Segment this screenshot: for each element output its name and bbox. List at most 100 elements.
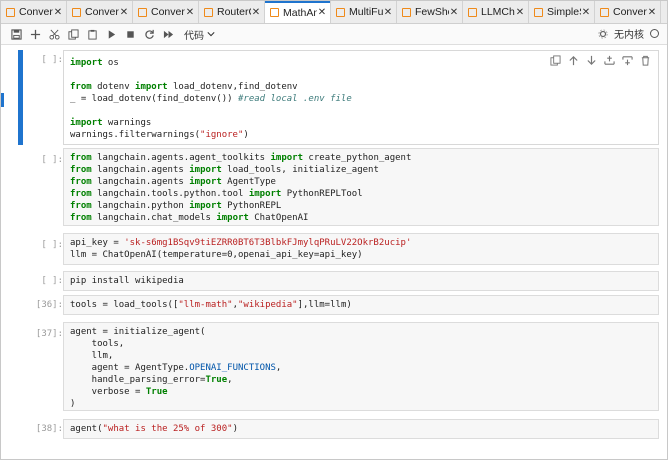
code-token: import — [189, 201, 222, 211]
code-line: from langchain.chat_models import ChatOp… — [70, 212, 652, 224]
code-token: import — [270, 153, 304, 163]
tab-2[interactable]: ConverS✕ — [133, 1, 199, 23]
close-icon[interactable]: ✕ — [383, 7, 393, 18]
tab-7[interactable]: LLMCha✕ — [463, 1, 529, 23]
notebook-icon — [138, 7, 147, 17]
code-token: agent( — [70, 424, 103, 434]
tab-8[interactable]: SimpleS✕ — [529, 1, 595, 23]
code-cell[interactable]: [ ]: from langchain.agents.agent_toolkit… — [23, 148, 659, 226]
paste-icon[interactable] — [83, 25, 102, 43]
code-token: create_python_agent — [303, 153, 412, 163]
notebook-icon — [6, 7, 15, 17]
cell-prompt: [38]: — [35, 424, 63, 434]
tab-0[interactable]: Convert ✕ — [1, 1, 67, 23]
code-token: warnings.filterwarnings( — [70, 130, 201, 140]
tab-label: FewSho — [415, 6, 449, 18]
cell-editor[interactable]: tools = load_tools(["llm-math","wikipedi… — [63, 295, 659, 315]
fast-forward-icon[interactable] — [159, 25, 178, 43]
run-icon[interactable] — [102, 25, 121, 43]
move-up-icon[interactable] — [568, 55, 579, 66]
code-token: "what is the 25% of 300" — [102, 424, 233, 434]
tab-4[interactable]: MathAn ✕ — [265, 1, 331, 23]
tab-5[interactable]: MultiFu ✕ — [331, 1, 397, 23]
code-token: AgentType — [221, 177, 276, 187]
add-icon[interactable] — [26, 25, 45, 43]
notebook-toolbar: 代码 无内核 — [1, 24, 667, 45]
tab-6[interactable]: FewSho✕ — [397, 1, 463, 23]
notebook-icon — [468, 7, 477, 17]
delete-icon[interactable] — [640, 55, 651, 66]
code-line: tools, — [70, 338, 652, 350]
cut-icon[interactable] — [45, 25, 64, 43]
cell-type-dropdown[interactable]: 代码 — [184, 27, 215, 42]
close-icon[interactable]: ✕ — [581, 7, 591, 18]
close-icon[interactable]: ✕ — [647, 7, 657, 18]
code-line: tools = load_tools(["llm-math","wikipedi… — [70, 299, 652, 311]
code-token: from — [70, 82, 92, 92]
code-token: , — [275, 363, 282, 373]
kernel-status-label[interactable]: 无内核 — [614, 26, 644, 41]
code-token: ) — [243, 130, 249, 140]
code-token: , — [227, 375, 233, 385]
tab-1[interactable]: Convert ✕ — [67, 1, 133, 23]
code-token: ],llm=llm) — [297, 300, 352, 310]
code-token: import — [248, 189, 282, 199]
close-icon[interactable]: ✕ — [251, 7, 261, 18]
tab-label: ConverS — [151, 6, 185, 18]
cell-editor[interactable]: api_key = 'sk-s6mg1BSqv9tiEZRR0BT6T3Blbk… — [63, 233, 659, 265]
close-icon[interactable]: ✕ — [449, 7, 459, 18]
close-icon[interactable]: ✕ — [119, 7, 129, 18]
code-cell[interactable]: [ ]: api_key = 'sk-s6mg1BSqv9tiEZRR0BT6T… — [23, 233, 659, 265]
notebook-area: [ ]: import os from dotenv import load_do… — [1, 45, 667, 459]
move-down-icon[interactable] — [586, 55, 597, 66]
code-token: PythonREPLTool — [281, 189, 363, 199]
code-line: verbose = True — [70, 386, 652, 398]
code-token: "wikipedia" — [237, 300, 298, 310]
cell-prompt: [ ]: — [41, 155, 63, 165]
insert-below-icon[interactable] — [622, 55, 633, 66]
code-token: pip install wikipedia — [70, 276, 184, 286]
code-line: llm = ChatOpenAI(temperature=0,openai_ap… — [70, 249, 652, 261]
code-line: from langchain.tools.python.tool import … — [70, 188, 652, 200]
code-cell[interactable]: [ ]: pip install wikipedia — [23, 271, 659, 291]
close-icon[interactable]: ✕ — [185, 7, 195, 18]
duplicate-icon[interactable] — [550, 55, 561, 66]
code-token: load_dotenv,find_dotenv — [167, 82, 298, 92]
code-cell[interactable]: [36]: tools = load_tools(["llm-math","wi… — [23, 295, 659, 315]
code-token: import — [189, 177, 222, 187]
code-cell[interactable]: [ ]: import os from dotenv import load_do… — [23, 50, 659, 145]
code-line: import warnings — [70, 117, 652, 129]
gear-icon[interactable] — [598, 28, 608, 39]
code-cell[interactable]: [37]: agent = initialize_agent( tools, l… — [23, 322, 659, 411]
close-icon[interactable]: ✕ — [53, 7, 63, 18]
cell-editor[interactable]: agent("what is the 25% of 300") — [63, 419, 659, 439]
cell-prompt: [37]: — [35, 329, 63, 339]
insert-above-icon[interactable] — [604, 55, 615, 66]
tab-3[interactable]: RouterC✕ — [199, 1, 265, 23]
tab-label: RouterC — [217, 6, 251, 18]
close-icon[interactable]: ✕ — [515, 7, 525, 18]
code-token: import — [216, 213, 249, 223]
code-cell[interactable]: [38]: agent("what is the 25% of 300") — [23, 419, 659, 439]
tab-label: SimpleS — [547, 6, 581, 18]
cell-toolbar — [550, 55, 651, 66]
close-icon[interactable]: ✕ — [317, 7, 327, 18]
code-token: from — [70, 189, 92, 199]
cell-editor[interactable]: from langchain.agents.agent_toolkits imp… — [63, 148, 659, 226]
cell-editor[interactable]: agent = initialize_agent( tools, llm, ag… — [63, 322, 659, 411]
save-icon[interactable] — [7, 25, 26, 43]
code-token: import — [70, 118, 103, 128]
cell-prompt: [36]: — [35, 300, 63, 310]
code-token: langchain.python — [91, 201, 190, 211]
code-line: _ = load_dotenv(find_dotenv()) #read loc… — [70, 93, 652, 105]
restart-icon[interactable] — [140, 25, 159, 43]
cell-editor[interactable]: pip install wikipedia — [63, 271, 659, 291]
tab-9[interactable]: Convert ✕ — [595, 1, 661, 23]
code-token: langchain.agents.agent_toolkits — [91, 153, 271, 163]
cell-prompt: [ ]: — [41, 276, 63, 286]
copy-icon[interactable] — [64, 25, 83, 43]
cell-type-label: 代码 — [184, 30, 204, 42]
stop-icon[interactable] — [121, 25, 140, 43]
